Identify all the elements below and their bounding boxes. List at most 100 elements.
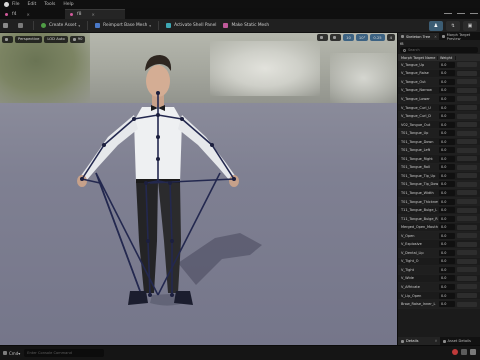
tab-f8[interactable]: f8 ✕ — [65, 9, 125, 19]
morph-weight-input[interactable]: 0.0 — [439, 207, 455, 214]
morph-weight-input[interactable]: 0.0 — [439, 121, 455, 128]
morph-target-row[interactable]: T01_Tongue_Tip_Down 0.0 — [398, 180, 480, 190]
morph-target-row[interactable]: V_Open 0.0 — [398, 231, 480, 241]
activate-shell-panel-button[interactable]: Activate Shell Panel — [166, 21, 216, 30]
morph-target-row[interactable]: V_Lip_Open 0.0 — [398, 292, 480, 301]
save-button[interactable] — [3, 21, 11, 30]
physics-mode-button[interactable]: ▣ — [463, 21, 477, 31]
morph-weight-input[interactable]: 0.0 — [439, 189, 455, 196]
morph-weight-input[interactable]: 0.0 — [439, 275, 455, 282]
console-command-input[interactable]: Enter Console Command — [24, 349, 105, 357]
menu-tools[interactable]: Tools — [44, 2, 55, 7]
angle-snap-button[interactable]: 10° — [355, 34, 369, 41]
morph-weight-input[interactable]: 0.0 — [439, 241, 455, 248]
morph-weight-input[interactable]: 0.0 — [439, 70, 455, 77]
create-asset-button[interactable]: Create Asset ▾ — [41, 21, 80, 30]
column-header-name[interactable]: Morph Target Name — [398, 55, 438, 60]
3d-viewport[interactable]: Perspective LOD Auto 90 10 10° 0.25 4 — [0, 33, 397, 345]
reimport-base-mesh-button[interactable]: Reimport Base Mesh ▾ — [95, 21, 151, 30]
morph-weight-input[interactable]: 0.0 — [439, 130, 455, 137]
scale-snap-button[interactable]: 0.25 — [370, 34, 385, 41]
morph-weight-slider[interactable] — [457, 275, 477, 281]
morph-target-row[interactable]: T11_Tongue_Bulge_L 0.0 — [398, 206, 480, 215]
morph-target-row[interactable]: Merged_Open_Mouth 0.0 — [398, 223, 480, 232]
fov-button[interactable]: 90 — [69, 35, 86, 43]
morph-weight-input[interactable]: 0.0 — [439, 113, 455, 120]
morph-weight-slider[interactable] — [457, 241, 477, 247]
menu-edit[interactable]: Edit — [28, 2, 37, 7]
animation-mode-button[interactable]: ↯ — [446, 21, 460, 31]
minimize-icon[interactable] — [444, 9, 452, 14]
morph-weight-input[interactable]: 0.0 — [439, 147, 455, 154]
make-static-mesh-button[interactable]: Make Static Mesh — [223, 21, 269, 30]
morph-weight-slider[interactable] — [457, 258, 477, 264]
morph-weight-slider[interactable] — [457, 216, 477, 222]
morph-weight-slider[interactable] — [457, 122, 477, 128]
grid-snap-button[interactable]: 10 — [343, 34, 354, 41]
morph-target-row[interactable]: V_Tongue_Up 0.0 — [398, 61, 480, 70]
morph-weight-slider[interactable] — [457, 62, 477, 68]
morph-weight-input[interactable]: 0.0 — [439, 198, 455, 205]
morph-weight-slider[interactable] — [457, 139, 477, 145]
close-window-icon[interactable] — [470, 9, 478, 14]
stop-icon[interactable] — [470, 349, 476, 355]
morph-weight-slider[interactable] — [457, 301, 477, 307]
morph-target-row[interactable]: T01_Tongue_Width 0.0 — [398, 189, 480, 198]
tab-skeleton-tree[interactable]: Skeleton Tree ✕ — [398, 33, 439, 40]
morph-weight-input[interactable]: 0.0 — [439, 95, 455, 102]
morph-weight-input[interactable]: 0.0 — [439, 232, 455, 239]
morph-weight-slider[interactable] — [457, 173, 477, 179]
morph-target-row[interactable]: V_Tight_O 0.0 — [398, 258, 480, 267]
morph-weight-slider[interactable] — [457, 164, 477, 170]
morph-weight-slider[interactable] — [457, 250, 477, 256]
tab-details[interactable]: Details ✕ — [398, 337, 440, 345]
morph-weight-slider[interactable] — [457, 181, 477, 187]
morph-weight-input[interactable]: 0.0 — [439, 164, 455, 171]
morph-target-row[interactable]: V_Tongue_Curl_U 0.0 — [398, 104, 480, 113]
morph-target-row[interactable]: V_Affricate 0.0 — [398, 283, 480, 292]
morph-weight-input[interactable]: 0.0 — [439, 258, 455, 265]
close-tab-icon[interactable]: ✕ — [91, 12, 94, 17]
morph-weight-slider[interactable] — [457, 199, 477, 205]
morph-target-row[interactable]: T01_Tongue_Up 0.0 — [398, 129, 480, 138]
morph-target-row[interactable]: T01_Tongue_Roll 0.0 — [398, 163, 480, 173]
morph-weight-slider[interactable] — [457, 130, 477, 136]
morph-weight-slider[interactable] — [457, 284, 477, 290]
morph-target-row[interactable]: T01_Tongue_Thickness 0.0 — [398, 197, 480, 207]
morph-target-row[interactable]: T01_Tongue_Right 0.0 — [398, 155, 480, 164]
morph-target-row[interactable]: V_Wide 0.0 — [398, 275, 480, 284]
menu-help[interactable]: Help — [63, 2, 73, 7]
morph-weight-input[interactable]: 0.0 — [439, 78, 455, 85]
morph-target-row[interactable]: T01_Tongue_Down 0.0 — [398, 138, 480, 147]
transform-move-button[interactable] — [317, 34, 329, 41]
morph-target-row[interactable]: T11_Tongue_Bulge_R 0.0 — [398, 214, 480, 224]
morph-weight-input[interactable]: 0.0 — [439, 138, 455, 145]
morph-target-row[interactable]: V_Tongue_Lower 0.0 — [398, 95, 480, 104]
morph-weight-input[interactable]: 0.0 — [439, 249, 455, 256]
morph-target-row[interactable]: V02_Tongue_Out 0.0 — [398, 121, 480, 130]
morph-weight-slider[interactable] — [457, 224, 477, 230]
morph-weight-input[interactable]: 0.0 — [439, 266, 455, 273]
transform-rotate-button[interactable] — [330, 34, 342, 41]
morph-weight-slider[interactable] — [457, 147, 477, 153]
column-header-weight[interactable]: Weight — [438, 55, 456, 60]
tab-f4[interactable]: f4 ✕ — [0, 9, 65, 19]
close-tab-icon[interactable]: ✕ — [434, 35, 437, 39]
morph-target-row[interactable]: Brow_Raise_Inner_L 0.0 — [398, 300, 480, 309]
morph-weight-input[interactable]: 0.0 — [439, 61, 455, 68]
close-tab-icon[interactable]: ✕ — [434, 339, 437, 343]
morph-weight-input[interactable]: 0.0 — [439, 87, 455, 94]
morph-target-row[interactable]: V_Tight 0.0 — [398, 266, 480, 275]
morph-weight-slider[interactable] — [457, 233, 477, 239]
morph-target-row[interactable]: V_Dental_Lip 0.0 — [398, 249, 480, 258]
morph-search-input[interactable]: Search — [400, 47, 478, 53]
record-icon[interactable] — [452, 349, 458, 355]
morph-target-row[interactable]: V_Tongue_Curl_D 0.0 — [398, 112, 480, 121]
morph-target-row[interactable]: T01_Tongue_Left 0.0 — [398, 146, 480, 156]
menu-file[interactable]: File — [12, 2, 20, 7]
morph-weight-slider[interactable] — [457, 293, 477, 299]
morph-target-row[interactable]: V_Explosive 0.0 — [398, 240, 480, 250]
morph-weight-slider[interactable] — [457, 113, 477, 119]
morph-weight-slider[interactable] — [457, 105, 477, 110]
morph-weight-input[interactable]: 0.0 — [439, 172, 455, 179]
